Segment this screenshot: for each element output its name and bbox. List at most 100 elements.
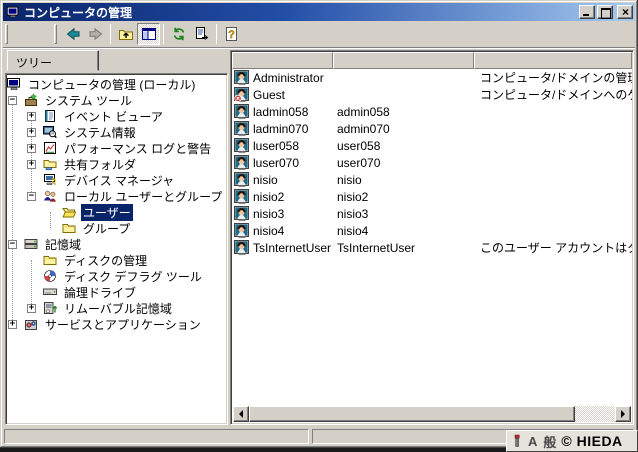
tree-toggle-icon[interactable]: + — [27, 128, 36, 137]
user-name: ladmin058 — [253, 105, 308, 119]
tree-toggle-icon[interactable]: + — [27, 304, 36, 313]
defrag-icon — [43, 269, 57, 283]
column-header[interactable] — [232, 52, 333, 69]
full-name-cell: nisio2 — [333, 190, 474, 204]
tree-tab[interactable]: ツリー — [7, 50, 99, 71]
maximize-button[interactable] — [597, 5, 613, 19]
tree-item[interactable]: + リムーバブル記憶域 — [6, 300, 227, 316]
window-icon[interactable] — [6, 5, 20, 19]
tree-item[interactable]: + パフォーマンス ログと警告 — [6, 140, 227, 156]
user-row[interactable]: TsInternetUser TsInternetUser このユーザー アカウ… — [232, 239, 632, 256]
tree-item[interactable]: コンピュータの管理 (ローカル) — [6, 76, 227, 92]
minimize-button[interactable] — [579, 5, 595, 19]
user-icon — [234, 240, 250, 256]
help-button[interactable]: ? — [220, 23, 243, 45]
user-name: luser058 — [253, 139, 299, 153]
tree-toggle-icon[interactable]: + — [27, 144, 36, 153]
user-row[interactable]: nisio3 nisio3 — [232, 205, 632, 222]
user-row[interactable]: Guest コンピュータ/ドメインへのゲスト ア — [232, 86, 632, 103]
user-icon — [234, 189, 250, 205]
scrollbar-track[interactable] — [575, 406, 615, 422]
refresh-icon — [171, 26, 187, 42]
tree-toggle-icon[interactable]: + — [8, 320, 17, 329]
user-name: nisio3 — [253, 207, 284, 221]
toolbar-separator — [216, 24, 217, 44]
user-name: ladmin070 — [253, 122, 308, 136]
local-users-icon — [43, 189, 57, 203]
ime-conversion-mode-button[interactable]: 般 — [540, 432, 559, 451]
tree-item[interactable]: ディスクの管理 — [6, 252, 227, 268]
user-row[interactable]: ladmin058 admin058 — [232, 103, 632, 120]
folder-icon — [62, 221, 76, 235]
horizontal-scrollbar[interactable] — [233, 406, 631, 422]
column-header[interactable] — [333, 52, 474, 69]
user-name: nisio4 — [253, 224, 284, 238]
window-title: コンピュータの管理 — [24, 4, 577, 21]
name-cell: ladmin070 — [232, 121, 333, 137]
tree-toggle-icon[interactable]: + — [27, 112, 36, 121]
user-icon — [234, 70, 250, 86]
user-list-pane: Administrator コンピュータ/ドメインの管理用 ( Guest コン… — [230, 50, 634, 425]
tree-item[interactable]: − ローカル ユーザーとグループ — [6, 188, 227, 204]
user-row[interactable]: nisio2 nisio2 — [232, 188, 632, 205]
user-row[interactable]: nisio4 nisio4 — [232, 222, 632, 239]
menu-item[interactable] — [32, 31, 50, 37]
refresh-button[interactable] — [167, 23, 190, 45]
tree-item[interactable]: + 共有フォルダ — [6, 156, 227, 172]
full-name-cell: nisio — [333, 173, 474, 187]
full-name-cell: TsInternetUser — [333, 241, 474, 255]
console-tree: コンピュータの管理 (ローカル) − システム ツール + イベント ビューア … — [5, 73, 228, 425]
svg-text:?: ? — [228, 29, 235, 41]
ime-input-mode-button[interactable]: A — [525, 434, 540, 449]
system-tools-icon — [24, 93, 38, 107]
tree-item[interactable]: ディスク デフラグ ツール — [6, 268, 227, 284]
band-gripper[interactable] — [5, 24, 8, 44]
tree-toggle-icon[interactable]: − — [8, 240, 17, 249]
tree-item[interactable]: ユーザー — [6, 204, 227, 220]
tree-item[interactable]: − システム ツール — [6, 92, 227, 108]
tree-item[interactable]: + システム情報 — [6, 124, 227, 140]
tree-item[interactable]: 論理ドライブ — [6, 284, 227, 300]
column-header[interactable] — [474, 52, 632, 69]
user-icon — [234, 104, 250, 120]
name-cell: Administrator — [232, 70, 333, 86]
name-cell: luser058 — [232, 138, 333, 154]
user-row[interactable]: luser058 user058 — [232, 137, 632, 154]
menu-toolbar-band: ? — [3, 21, 635, 47]
menu-item[interactable] — [12, 31, 30, 37]
user-row[interactable]: nisio nisio — [232, 171, 632, 188]
tree-toggle-icon[interactable]: − — [27, 192, 36, 201]
scroll-left-button[interactable] — [233, 406, 249, 422]
tree-item[interactable]: + イベント ビューア — [6, 108, 227, 124]
event-viewer-icon — [43, 109, 57, 123]
full-name-cell: nisio4 — [333, 224, 474, 238]
export-list-button[interactable] — [190, 23, 213, 45]
computer-management-window: コンピュータの管理 ? ツリー コンピュータの管理 (ローカル) − システム … — [0, 0, 638, 448]
name-cell: nisio2 — [232, 189, 333, 205]
back-button[interactable] — [61, 23, 84, 45]
user-icon — [234, 121, 250, 137]
tree-toggle-icon[interactable]: − — [8, 96, 17, 105]
forward-button[interactable] — [84, 23, 107, 45]
user-row[interactable]: luser070 user070 — [232, 154, 632, 171]
up-one-level-button[interactable] — [114, 23, 137, 45]
scrollbar-thumb[interactable] — [249, 406, 575, 422]
user-name: Administrator — [253, 71, 324, 85]
user-row[interactable]: Administrator コンピュータ/ドメインの管理用 ( — [232, 69, 632, 86]
close-button[interactable] — [617, 5, 633, 19]
left-arrow-icon — [235, 410, 243, 418]
band-gripper[interactable] — [54, 24, 57, 44]
user-icon — [234, 206, 250, 222]
list-body: Administrator コンピュータ/ドメインの管理用 ( Guest コン… — [232, 69, 632, 256]
description-cell: このユーザー アカウントはターミナ — [474, 239, 632, 256]
tree-item[interactable]: − 記憶域 — [6, 236, 227, 252]
show-hide-console-tree-button[interactable] — [137, 23, 160, 45]
user-row[interactable]: ladmin070 admin070 — [232, 120, 632, 137]
performance-icon — [43, 141, 57, 155]
tree-toggle-icon[interactable]: + — [27, 160, 36, 169]
ime-pen-icon[interactable] — [510, 434, 524, 448]
tree-item[interactable]: グループ — [6, 220, 227, 236]
tree-item[interactable]: デバイス マネージャ — [6, 172, 227, 188]
scroll-right-button[interactable] — [615, 406, 631, 422]
tree-item[interactable]: + サービスとアプリケーション — [6, 316, 227, 332]
